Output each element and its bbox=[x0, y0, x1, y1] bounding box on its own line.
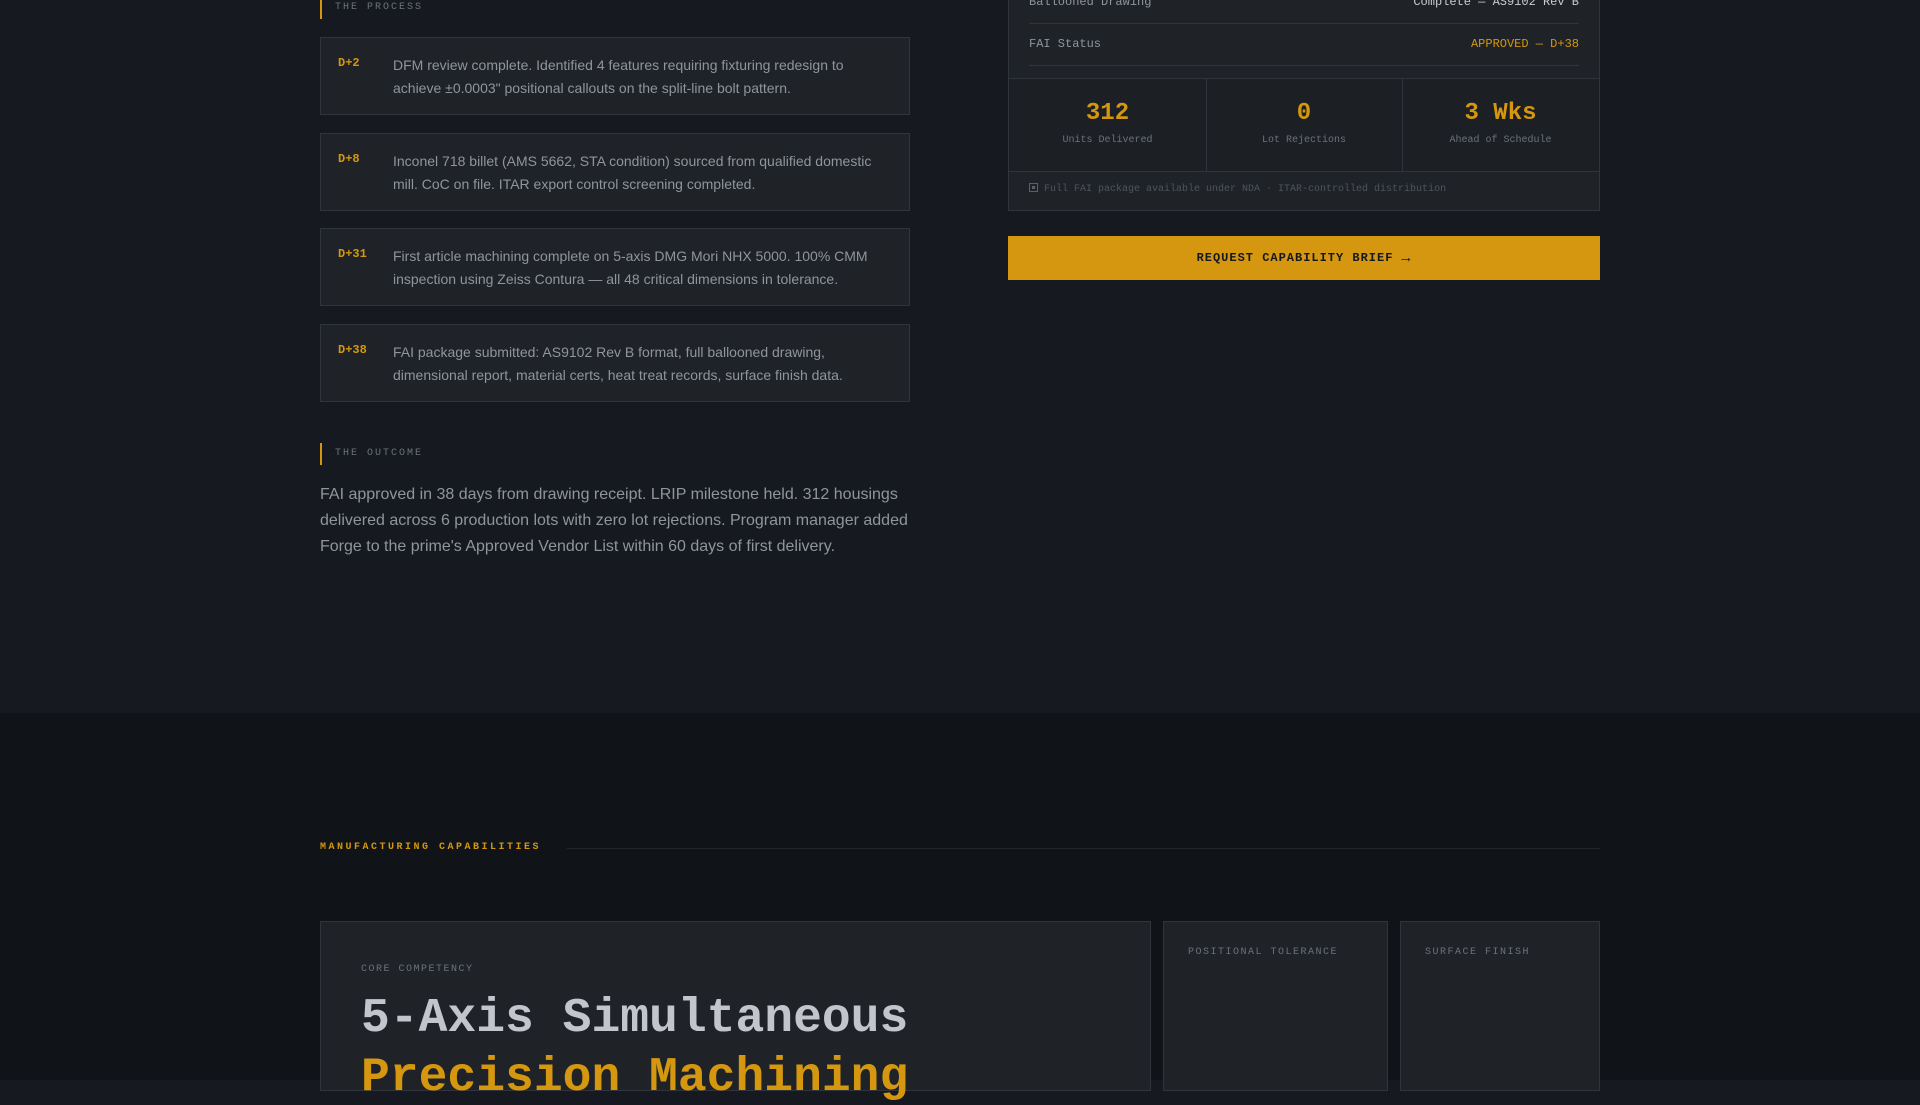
row-key: FAI Status bbox=[1029, 37, 1102, 51]
section-divider bbox=[567, 848, 1600, 849]
process-step: D+2 DFM review complete. Identified 4 fe… bbox=[320, 37, 910, 115]
outcome-text: FAI approved in 38 days from drawing rec… bbox=[320, 486, 908, 555]
step-day: D+31 bbox=[338, 247, 367, 261]
core-competency-card: CORE COMPETENCY 5-Axis Simultaneous Prec… bbox=[320, 921, 1151, 1105]
positional-tolerance-card: POSITIONAL TOLERANCE bbox=[1163, 921, 1388, 1091]
step-day: D+8 bbox=[338, 152, 360, 166]
stat-cell: 3 Wks Ahead of Schedule bbox=[1402, 79, 1599, 171]
step-description: Inconel 718 billet (AMS 5662, STA condit… bbox=[393, 153, 872, 192]
card-label: SURFACE FINISH bbox=[1425, 947, 1531, 958]
row-value: Complete — AS9102 Rev B bbox=[1413, 0, 1579, 9]
case-study-section bbox=[0, 0, 1920, 713]
process-label-text: THE PROCESS bbox=[335, 2, 424, 13]
surface-finish-card: SURFACE FINISH bbox=[1400, 921, 1600, 1091]
outcome-label-text: THE OUTCOME bbox=[335, 448, 424, 459]
nda-note-text: Full FAI package available under NDA · I… bbox=[1044, 184, 1447, 195]
stat-label: Lot Rejections bbox=[1261, 135, 1346, 146]
fai-status-value: APPROVED — D+38 bbox=[1470, 37, 1579, 51]
stat-cell: 312 Units Delivered bbox=[1009, 79, 1207, 171]
card-title-accent: Precision Machining bbox=[361, 1051, 909, 1105]
card-eyebrow: CORE COMPETENCY bbox=[361, 964, 474, 975]
document-icon bbox=[1029, 183, 1038, 192]
process-step: D+31 First article machining complete on… bbox=[320, 228, 910, 306]
capabilities-label: MANUFACTURING CAPABILITIES bbox=[320, 842, 542, 853]
card-title: 5-Axis Simultaneous bbox=[361, 992, 909, 1046]
process-label: THE PROCESS bbox=[320, 0, 424, 19]
stat-value: 312 bbox=[1085, 100, 1130, 127]
stat-label: Units Delivered bbox=[1062, 135, 1153, 146]
cta-label: REQUEST CAPABILITY BRIEF bbox=[1196, 251, 1394, 265]
stat-value: 3 Wks bbox=[1464, 100, 1537, 127]
step-description: First article machining complete on 5-ax… bbox=[393, 248, 868, 287]
stat-cell: 0 Lot Rejections bbox=[1206, 79, 1403, 171]
step-description: FAI package submitted: AS9102 Rev B form… bbox=[393, 344, 843, 383]
outcome-label: THE OUTCOME bbox=[320, 443, 424, 465]
step-day: D+38 bbox=[338, 343, 367, 357]
panel-row: Ballooned Drawing Complete — AS9102 Rev … bbox=[1029, 0, 1579, 24]
row-key: Ballooned Drawing bbox=[1029, 0, 1152, 9]
request-capability-brief-button[interactable]: REQUEST CAPABILITY BRIEF → bbox=[1008, 236, 1600, 280]
nda-note: Full FAI package available under NDA · I… bbox=[1029, 183, 1446, 195]
label-accent-bar bbox=[320, 0, 322, 19]
card-label: POSITIONAL TOLERANCE bbox=[1188, 947, 1339, 958]
process-step: D+8 Inconel 718 billet (AMS 5662, STA co… bbox=[320, 133, 910, 211]
panel-row: FAI Status APPROVED — D+38 bbox=[1029, 23, 1579, 66]
step-description: DFM review complete. Identified 4 featur… bbox=[393, 57, 844, 96]
results-panel: Ballooned Drawing Complete — AS9102 Rev … bbox=[1008, 0, 1600, 211]
stat-label: Ahead of Schedule bbox=[1449, 135, 1552, 146]
step-day: D+2 bbox=[338, 56, 360, 70]
stat-value: 0 bbox=[1296, 100, 1312, 127]
stats-row: 312 Units Delivered 0 Lot Rejections 3 W… bbox=[1009, 78, 1599, 172]
process-step: D+38 FAI package submitted: AS9102 Rev B… bbox=[320, 324, 910, 402]
arrow-right-icon: → bbox=[1401, 249, 1412, 267]
label-accent-bar bbox=[320, 443, 322, 465]
